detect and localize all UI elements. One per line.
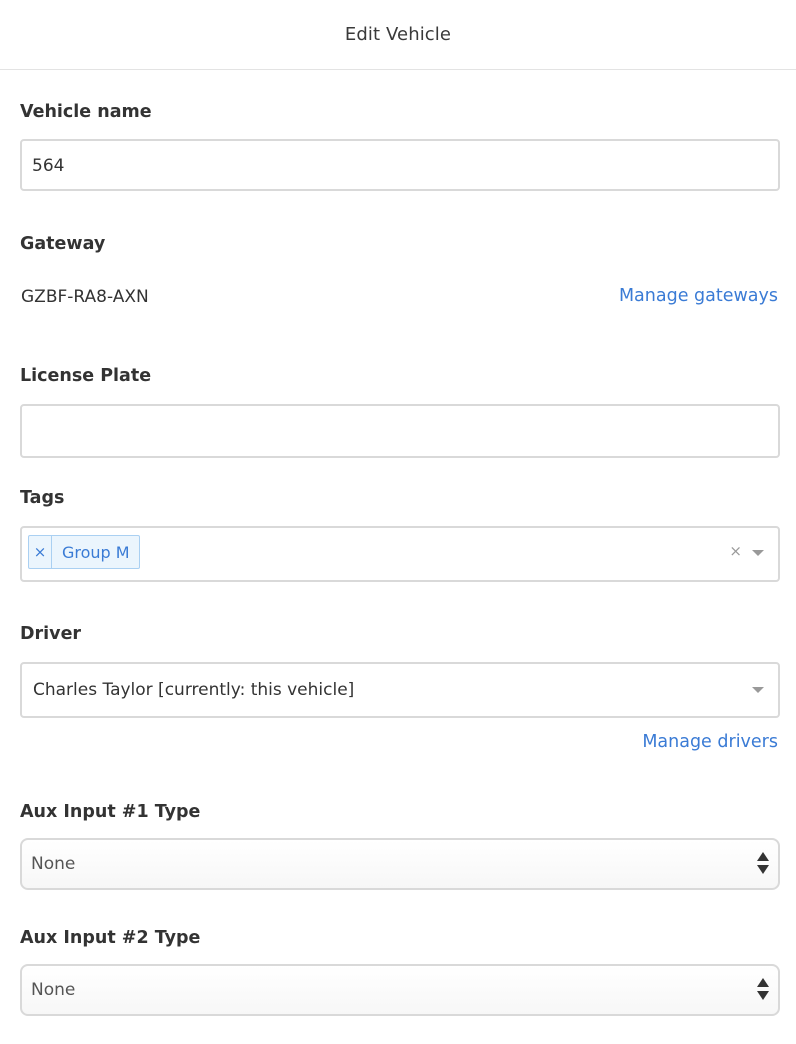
tags-multiselect[interactable]: × Group M × xyxy=(20,526,780,582)
gateway-value: GZBF-RA8-AXN xyxy=(21,287,149,307)
aux-input-1-select[interactable]: None xyxy=(20,838,780,890)
select-arrows-icon xyxy=(757,852,769,874)
aux-input-2-label: Aux Input #2 Type xyxy=(20,928,201,948)
aux-input-1-label: Aux Input #1 Type xyxy=(20,802,201,822)
manage-gateways-link[interactable]: Manage gateways xyxy=(619,286,778,306)
clear-tags-icon[interactable]: × xyxy=(729,542,742,560)
tag-chip-label: Group M xyxy=(62,542,130,562)
aux-input-1-value: None xyxy=(31,854,76,874)
dialog-title: Edit Vehicle xyxy=(344,24,452,45)
driver-select[interactable]: Charles Taylor [currently: this vehicle] xyxy=(20,662,780,718)
license-plate-label: License Plate xyxy=(20,366,152,386)
driver-value: Charles Taylor [currently: this vehicle] xyxy=(33,680,355,700)
vehicle-name-input[interactable]: 564 xyxy=(20,139,780,191)
dialog-header: Edit Vehicle xyxy=(0,0,796,70)
select-arrows-icon xyxy=(757,978,769,1000)
license-plate-input[interactable] xyxy=(20,404,780,458)
tag-chip: × Group M xyxy=(28,535,140,569)
chevron-down-icon[interactable] xyxy=(752,550,764,556)
manage-drivers-link[interactable]: Manage drivers xyxy=(642,732,778,752)
vehicle-name-label: Vehicle name xyxy=(20,102,152,122)
driver-label: Driver xyxy=(20,624,82,644)
chevron-down-icon[interactable] xyxy=(752,687,764,693)
tags-label: Tags xyxy=(20,488,65,508)
gateway-label: Gateway xyxy=(20,234,106,254)
vehicle-name-value: 564 xyxy=(32,156,65,176)
aux-input-2-select[interactable]: None xyxy=(20,964,780,1016)
tag-remove-icon[interactable]: × xyxy=(29,536,52,568)
aux-input-2-value: None xyxy=(31,980,76,1000)
